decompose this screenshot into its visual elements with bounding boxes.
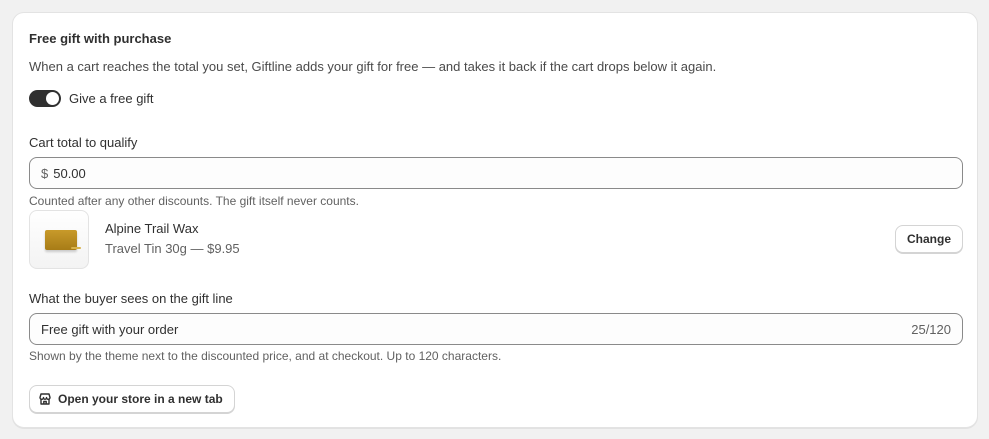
- gift-line-input[interactable]: Free gift with your order 25/120: [29, 313, 963, 345]
- cart-total-help: Counted after any other discounts. The g…: [29, 194, 359, 208]
- section-description: When a cart reaches the total you set, G…: [29, 59, 717, 74]
- character-counter: 25/120: [911, 321, 951, 337]
- gift-line-label: What the buyer sees on the gift line: [29, 291, 233, 306]
- toggle-knob: [46, 92, 59, 105]
- product-name: Alpine Trail Wax: [105, 221, 199, 236]
- product-thumbnail: [29, 210, 89, 269]
- toggle-label: Give a free gift: [69, 91, 154, 106]
- section-title: Free gift with purchase: [29, 31, 172, 46]
- gift-line-help: Shown by the theme next to the discounte…: [29, 349, 502, 363]
- storefront-icon: [38, 392, 52, 406]
- currency-prefix: $: [41, 165, 49, 181]
- product-variant: Travel Tin 30g — $9.95: [105, 241, 240, 256]
- change-product-button[interactable]: Change: [894, 225, 963, 253]
- toggle-switch[interactable]: [29, 90, 61, 107]
- gift-settings-card: Free gift with purchase When a cart reac…: [12, 12, 978, 428]
- cart-total-input[interactable]: $ 50.00: [29, 157, 963, 189]
- cart-total-value: 50.00: [53, 165, 86, 181]
- wax-tin-image: [45, 230, 81, 250]
- gift-line-value: Free gift with your order: [41, 321, 179, 337]
- gift-product: Alpine Trail Wax Travel Tin 30g — $9.95 …: [29, 210, 963, 270]
- cart-total-label: Cart total to qualify: [29, 135, 138, 150]
- free-gift-toggle[interactable]: Give a free gift: [29, 90, 154, 107]
- open-store-button[interactable]: Open your store in a new tab: [29, 385, 235, 413]
- open-store-label: Open your store in a new tab: [58, 392, 223, 406]
